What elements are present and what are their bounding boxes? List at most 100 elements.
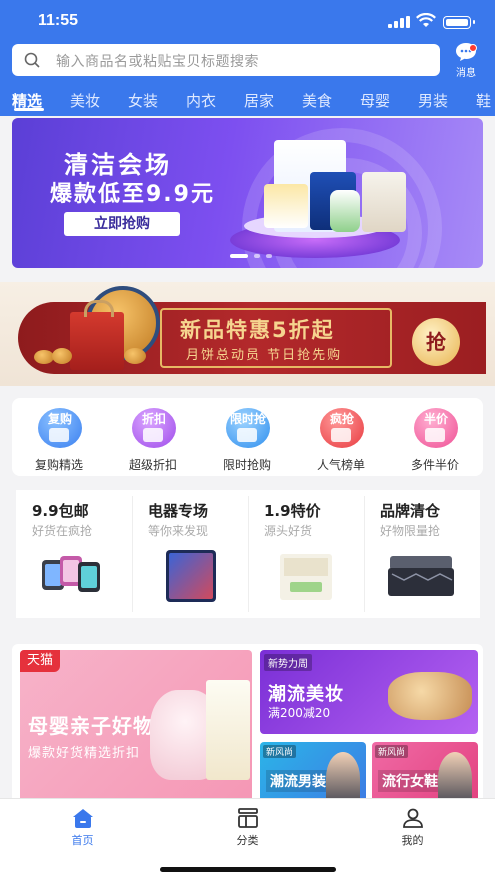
quick-entry-label: 限时抢购 (222, 458, 271, 472)
channel-title: 9.9包邮 (32, 502, 89, 520)
tissue-box-image (264, 184, 308, 228)
quick-entry-tag: 限时抢 (229, 412, 266, 426)
channel-card-qingcang[interactable]: 品牌清仓 好物限量抢 (364, 490, 480, 618)
percent-tag-icon (143, 428, 163, 442)
womens-shoes-card[interactable]: 新风尚 流行女鞋 (372, 742, 478, 804)
tab-nanzhuang[interactable]: 男装 (418, 90, 448, 111)
app-header: 11:55 输入商品名或粘贴宝贝标题搜索 消息 精选 美妆 女装 内衣 居家 美… (0, 0, 495, 116)
channel-subtitle: 等你来发现 (148, 524, 209, 538)
tab-label: 首页 (71, 834, 94, 847)
promo-subtitle: 满200减20 (268, 706, 331, 720)
active-tab-indicator (14, 108, 44, 111)
quick-entry-renqi[interactable]: 疯抢 人气榜单 (294, 398, 388, 476)
male-model-image (326, 752, 360, 804)
makeup-card[interactable]: 新势力周 潮流美妆 满200减20 (260, 650, 478, 734)
search-placeholder: 输入商品名或粘贴宝贝标题搜索 (56, 54, 259, 70)
promo-grid: 天猫 母婴亲子好物 爆款好货精选折扣 新势力周 潮流美妆 满200减20 新风尚… (12, 644, 483, 804)
status-bar: 11:55 (0, 0, 495, 40)
message-button[interactable]: 消息 (450, 42, 482, 79)
tab-meizhuang[interactable]: 美妆 (70, 90, 100, 111)
home-indicator (160, 867, 336, 872)
quick-entry-label: 多件半价 (410, 458, 459, 472)
user-icon (403, 808, 423, 828)
quick-entry-fugou[interactable]: 复购 复购精选 (12, 398, 106, 476)
channel-card-dianqi[interactable]: 电器专场 等你来发现 (132, 490, 248, 618)
festival-title: 新品特惠5折起 (180, 318, 335, 342)
promo-title: 潮流男装 (266, 770, 330, 792)
quick-entry-zhekou[interactable]: 折扣 超级折扣 (106, 398, 200, 476)
quick-entry-tag: 疯抢 (329, 412, 354, 426)
mooncake-image (52, 348, 72, 364)
channel-card-tejia[interactable]: 1.9特价 源头好货 (248, 490, 364, 618)
channel-title: 电器专场 (148, 502, 209, 520)
status-time: 11:55 (38, 12, 79, 29)
female-model-image (438, 752, 472, 804)
home-icon (73, 809, 93, 828)
grab-button[interactable]: 抢 (412, 318, 460, 366)
diaper-pack-image (206, 680, 250, 780)
banner-title: 清洁会场 (64, 151, 172, 179)
smartphone-image (166, 550, 216, 602)
channel-subtitle: 好货在疯抢 (32, 524, 93, 538)
tab-label: 我的 (401, 834, 424, 847)
cellular-signal-icon (388, 16, 410, 28)
mooncake-image (34, 350, 54, 364)
tab-jujia[interactable]: 居家 (244, 90, 274, 111)
quick-entries: 复购 复购精选 折扣 超级折扣 限时抢 限时抢购 疯抢 人气榜单 半价 多件半价 (12, 398, 483, 476)
quick-entry-xianshi[interactable]: 限时抢 限时抢购 (200, 398, 294, 476)
quick-entry-banjia[interactable]: 半价 多件半价 (388, 398, 482, 476)
mooncake-image (124, 348, 146, 364)
quick-entry-label: 人气榜单 (316, 458, 365, 472)
battery-icon (443, 16, 475, 29)
promo-title: 潮流美妆 (268, 684, 344, 705)
search-icon (24, 52, 40, 68)
buy-now-button[interactable]: 立即抢购 (64, 212, 180, 236)
tab-xie[interactable]: 鞋 (476, 90, 491, 111)
divider (248, 496, 249, 612)
promo-tag: 新势力周 (264, 654, 312, 671)
menswear-card[interactable]: 新风尚 潮流男装 (260, 742, 366, 804)
gift-bag-image (70, 300, 124, 370)
tab-neiyi[interactable]: 内衣 (186, 90, 216, 111)
soap-bottle-image (330, 190, 360, 232)
tab-muying[interactable]: 母婴 (360, 90, 390, 111)
promo-title: 母婴亲子好物 (28, 714, 154, 738)
channel-subtitle: 源头好货 (264, 524, 313, 538)
festival-subtitle: 月饼总动员 节日抢先购 (186, 348, 343, 363)
quick-entry-label: 超级折扣 (128, 458, 177, 472)
tab-home[interactable]: 首页 (0, 799, 165, 855)
divider (364, 496, 365, 612)
wifi-icon (416, 13, 436, 27)
mother-baby-card[interactable]: 天猫 母婴亲子好物 爆款好货精选折扣 (20, 650, 252, 804)
quick-entry-tag: 复购 (47, 412, 72, 426)
carousel-pager (230, 254, 290, 258)
tab-category[interactable]: 分类 (165, 799, 330, 855)
channel-title: 1.9特价 (264, 502, 321, 520)
channel-subtitle: 好物限量抢 (380, 524, 441, 538)
channel-card-baoyou[interactable]: 9.9包邮 好货在疯抢 (16, 490, 132, 618)
bedding-image (388, 556, 454, 596)
tmall-badge: 天猫 (20, 650, 60, 672)
gift-box-icon (425, 428, 445, 442)
tab-profile[interactable]: 我的 (330, 799, 495, 855)
smartwatch-image (42, 556, 100, 592)
unread-dot (469, 44, 477, 52)
crown-icon (237, 428, 257, 442)
category-icon (238, 808, 258, 828)
tab-meishi[interactable]: 美食 (302, 90, 332, 111)
tab-label: 分类 (236, 834, 259, 847)
promo-subtitle: 爆款好货精选折扣 (28, 746, 141, 761)
banner-subtitle: 爆款低至9.9元 (50, 182, 215, 207)
channel-title: 品牌清仓 (380, 502, 441, 520)
promo-tag: 新风尚 (375, 745, 409, 758)
channel-cards: 9.9包邮 好货在疯抢 电器专场 等你来发现 1.9特价 源头好货 品牌清仓 好… (16, 490, 480, 618)
tissue-bag-image (362, 172, 406, 232)
category-tabs: 精选 美妆 女装 内衣 居家 美食 母婴 男装 鞋 (0, 86, 495, 116)
cleaning-banner[interactable]: 清洁会场 爆款低至9.9元 立即抢购 (12, 118, 483, 268)
festival-banner[interactable]: 新品特惠5折起 月饼总动员 节日抢先购 抢 (0, 282, 495, 386)
tab-nvzhuang[interactable]: 女装 (128, 90, 158, 111)
tissue-pack-image (280, 554, 332, 600)
search-input[interactable]: 输入商品名或粘贴宝贝标题搜索 (12, 44, 440, 76)
quick-entry-label: 复购精选 (34, 458, 83, 472)
flame-icon (331, 428, 351, 442)
